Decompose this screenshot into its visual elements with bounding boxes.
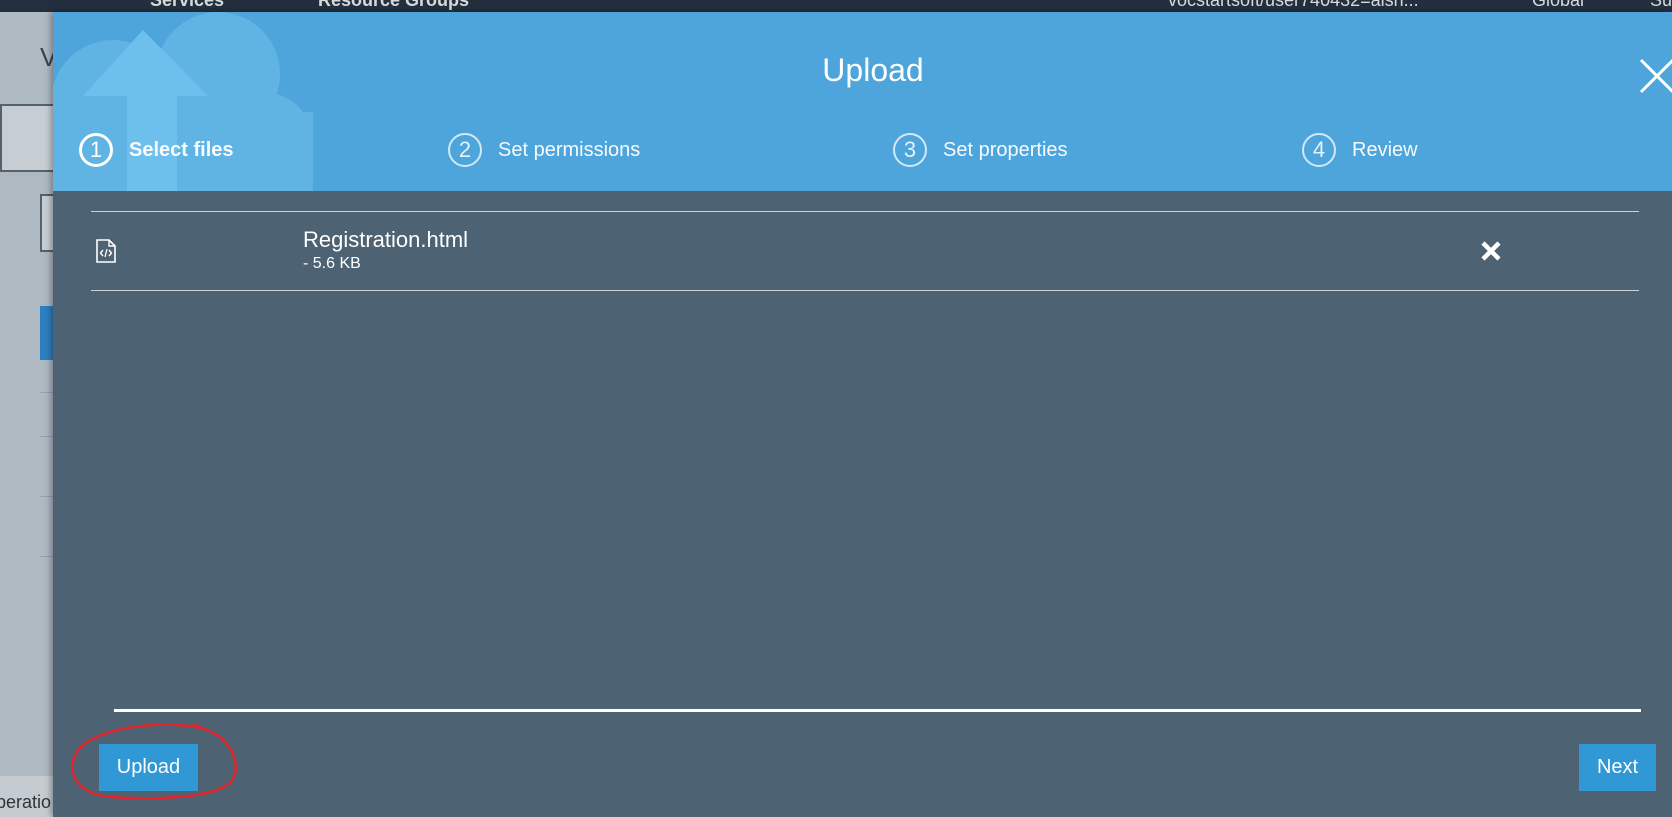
upload-button[interactable]: Upload xyxy=(99,744,198,791)
step-number: 2 xyxy=(448,133,482,167)
file-name: Registration.html xyxy=(303,227,469,252)
modal-header: Upload 1 Select files 2 Set permissions … xyxy=(53,12,1672,191)
footer-divider xyxy=(114,709,1641,712)
step-label: Review xyxy=(1352,138,1418,161)
divider xyxy=(91,290,1639,291)
modal-title: Upload xyxy=(822,52,924,88)
step-number: 1 xyxy=(79,133,113,167)
step-label: Set permissions xyxy=(498,138,641,161)
step-label: Select files xyxy=(129,138,234,161)
account-menu[interactable]: vocstartsoft/user740432=aish... xyxy=(1168,0,1419,11)
services-menu[interactable]: Services xyxy=(150,0,224,11)
step-select-files[interactable]: 1 Select files xyxy=(79,130,234,170)
resource-groups-menu[interactable]: Resource Groups xyxy=(318,0,469,11)
file-row: Registration.html - 5.6 KB xyxy=(91,212,1639,290)
background-footer: peratio xyxy=(0,776,60,817)
next-button[interactable]: Next xyxy=(1579,744,1656,791)
step-number: 4 xyxy=(1302,133,1336,167)
file-list: Registration.html - 5.6 KB xyxy=(91,211,1639,291)
upload-modal: Upload 1 Select files 2 Set permissions … xyxy=(53,12,1672,817)
console-top-bar: Services Resource Groups vocstartsoft/us… xyxy=(0,0,1672,12)
region-menu[interactable]: Global xyxy=(1532,0,1584,11)
file-size: - 5.6 KB xyxy=(303,255,361,272)
close-icon[interactable] xyxy=(1637,56,1672,96)
step-number: 3 xyxy=(893,133,927,167)
step-review[interactable]: 4 Review xyxy=(1302,130,1418,170)
step-set-permissions[interactable]: 2 Set permissions xyxy=(448,130,640,170)
background-panel xyxy=(0,104,60,172)
wizard-steps: 1 Select files 2 Set permissions 3 Set p… xyxy=(53,130,1672,170)
support-menu[interactable]: Su xyxy=(1650,0,1672,11)
step-set-properties[interactable]: 3 Set properties xyxy=(893,130,1068,170)
remove-file-icon[interactable] xyxy=(1479,239,1503,263)
step-label: Set properties xyxy=(943,138,1068,161)
html-file-icon xyxy=(96,239,116,263)
